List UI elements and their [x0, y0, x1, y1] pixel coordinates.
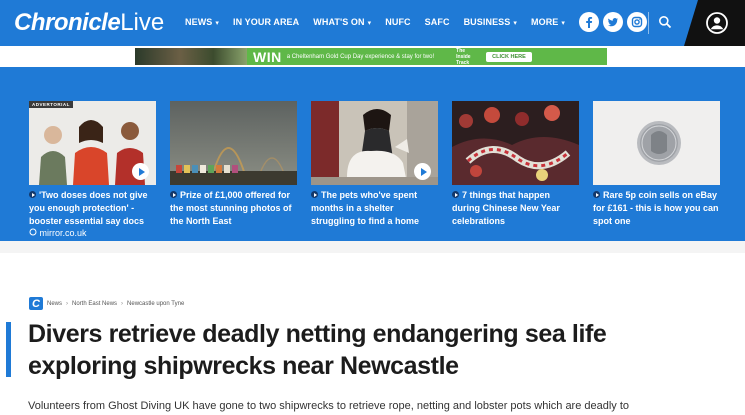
account-area — [684, 0, 745, 46]
chevron-down-icon: ▾ — [513, 20, 517, 27]
card-rare-coin[interactable]: Rare 5p coin sells on eBay for £161 - th… — [593, 101, 720, 228]
card-thumbnail — [311, 101, 438, 185]
main-nav: NEWS ▾ IN YOUR AREA WHAT'S ON ▾ NUFC SAFC … — [185, 17, 565, 27]
article-standfirst: Volunteers from Ghost Diving UK have gon… — [28, 400, 630, 412]
breadcrumb-north-east-news[interactable]: North East News — [72, 301, 117, 307]
promo-brand: The Inside Track — [456, 48, 471, 65]
logo-chronicle: Chronicle — [14, 9, 121, 36]
nav-more-label: MORE — [531, 17, 559, 27]
play-icon[interactable] — [132, 163, 149, 180]
chevron-down-icon: ▾ — [561, 20, 566, 27]
card-chinese-new-year[interactable]: 7 things that happen during Chinese New … — [452, 101, 579, 228]
advertorial-label: ADVERTORIAL — [29, 101, 73, 108]
chevron-down-icon: ▾ — [215, 20, 220, 27]
card-source-text: mirror.co.uk — [39, 228, 87, 238]
card-title: Rare 5p coin sells on eBay for £161 - th… — [593, 189, 720, 228]
headline-accent-bar — [6, 322, 11, 377]
nav-business-label: BUSINESS — [463, 17, 511, 27]
nav-nufc[interactable]: NUFC — [385, 17, 410, 27]
chronicle-c-icon[interactable]: C — [29, 297, 43, 310]
nav-whats-on-label: WHAT'S ON — [313, 17, 365, 27]
logo-live: Live — [120, 9, 165, 36]
social-links — [579, 12, 647, 32]
card-title-text: Rare 5p coin sells on eBay for £161 - th… — [593, 190, 719, 226]
search-icon[interactable] — [654, 11, 676, 33]
card-pets[interactable]: The pets who've spent months in a shelte… — [311, 101, 438, 228]
nav-safc-label: SAFC — [424, 17, 450, 27]
chevron-down-icon: ▾ — [367, 20, 372, 27]
bullet-icon — [311, 191, 318, 198]
play-icon[interactable] — [414, 163, 431, 180]
facebook-icon[interactable] — [579, 12, 599, 32]
twitter-icon[interactable] — [603, 12, 623, 32]
instagram-icon[interactable] — [627, 12, 647, 32]
nav-in-your-area-label: IN YOUR AREA — [233, 17, 300, 27]
nav-business[interactable]: BUSINESS ▾ — [464, 17, 517, 27]
card-source[interactable]: mirror.co.uk — [29, 228, 156, 238]
bullet-icon — [593, 191, 600, 198]
breadcrumb-news[interactable]: News — [47, 301, 62, 307]
card-title: Prize of £1,000 offered for the most stu… — [170, 189, 297, 228]
bullet-icon — [29, 191, 36, 198]
section-divider — [0, 241, 745, 253]
card-title: 7 things that happen during Chinese New … — [452, 189, 579, 228]
link-icon — [29, 228, 37, 236]
card-title: 'Two doses does not give you enough prot… — [29, 189, 156, 228]
article-headline: Divers retrieve deadly netting endangeri… — [28, 320, 607, 380]
nav-in-your-area[interactable]: IN YOUR AREA — [233, 17, 299, 27]
nav-nufc-label: NUFC — [385, 17, 411, 27]
promo-image — [135, 48, 247, 65]
card-title-text: 'Two doses does not give you enough prot… — [29, 190, 148, 226]
card-title-text: Prize of £1,000 offered for the most stu… — [170, 190, 292, 226]
nav-more[interactable]: MORE ▾ — [531, 17, 565, 27]
promo-cta-button[interactable]: CLICK HERE — [486, 51, 532, 62]
top-navigation-bar: ChronicleLive NEWS ▾ IN YOUR AREA WHAT'S … — [0, 0, 745, 46]
card-title-text: The pets who've spent months in a shelte… — [311, 190, 419, 226]
card-booster[interactable]: ADVERTORIAL 'Two doses does not give you… — [29, 101, 156, 238]
card-title-text: 7 things that happen during Chinese New … — [452, 190, 560, 226]
breadcrumb-newcastle[interactable]: Newcastle upon Tyne — [127, 301, 184, 307]
nav-whats-on[interactable]: WHAT'S ON ▾ — [313, 17, 371, 27]
chevron-right-icon: › — [121, 300, 124, 307]
card-thumbnail — [452, 101, 579, 185]
promo-text: a Cheltenham Gold Cup Day experience & s… — [286, 53, 435, 60]
card-prize[interactable]: Prize of £1,000 offered for the most stu… — [170, 101, 297, 228]
promo-win: WIN — [253, 48, 282, 65]
nav-news-label: NEWS — [185, 17, 213, 27]
bullet-icon — [170, 191, 177, 198]
account-icon[interactable] — [705, 11, 729, 35]
nav-divider — [648, 12, 649, 34]
site-logo[interactable]: ChronicleLive — [14, 8, 164, 38]
chevron-right-icon: › — [66, 300, 69, 307]
card-thumbnail — [593, 101, 720, 185]
recommended-band: ADVERTORIAL 'Two doses does not give you… — [0, 67, 745, 241]
breadcrumb: C News › North East News › Newcastle upo… — [29, 297, 184, 310]
promo-banner[interactable]: WIN a Cheltenham Gold Cup Day experience… — [135, 48, 607, 65]
nav-news[interactable]: NEWS ▾ — [185, 17, 219, 27]
nav-safc[interactable]: SAFC — [425, 17, 450, 27]
bullet-icon — [452, 191, 459, 198]
card-thumbnail — [170, 101, 297, 185]
card-thumbnail: ADVERTORIAL — [29, 101, 156, 185]
card-title: The pets who've spent months in a shelte… — [311, 189, 438, 228]
